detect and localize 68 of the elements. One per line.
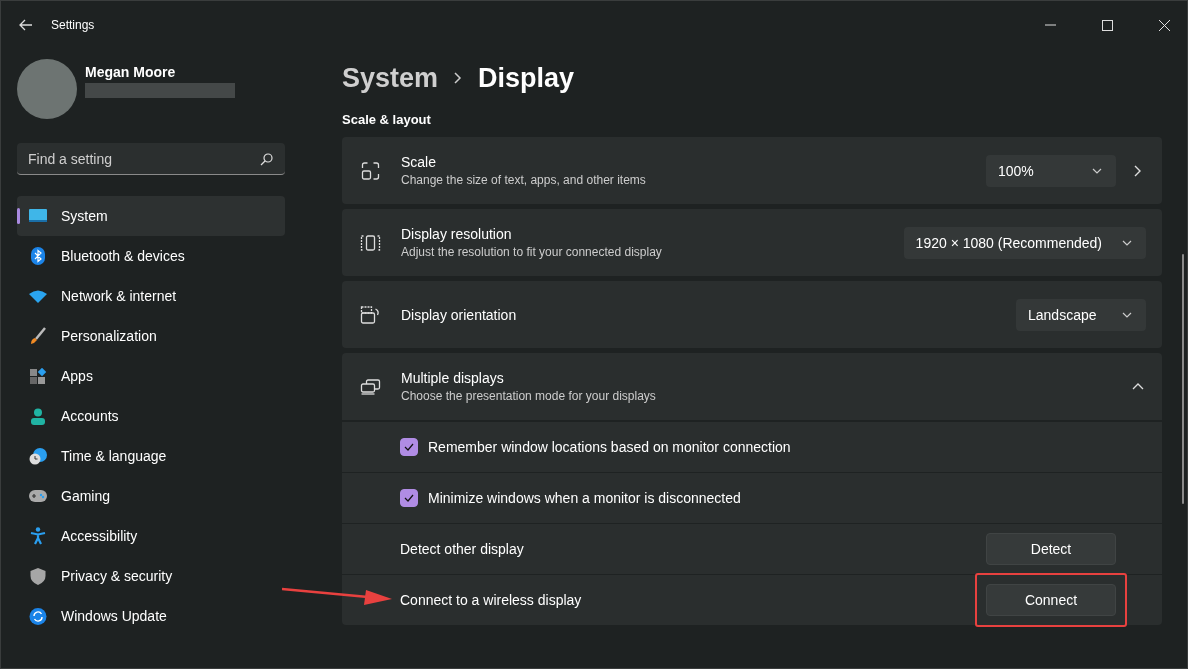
checkbox-label: Minimize windows when a monitor is disconnected — [428, 490, 741, 506]
checkmark-icon — [404, 443, 414, 451]
setting-description: Change the size of text, apps, and other items — [401, 173, 647, 187]
maximize-icon[interactable] — [1102, 19, 1113, 31]
rotate-screen-icon — [360, 305, 381, 324]
nav-item[interactable]: Privacy & security — [17, 556, 285, 596]
page-title: Display — [478, 62, 575, 94]
accessibility-icon — [29, 527, 47, 545]
setting-card[interactable]: Display resolution Adjust the resolution to fit your connected display 1920 × 1080 (Recommended) — [342, 209, 1162, 276]
close-icon[interactable] — [1159, 19, 1170, 31]
setting-card[interactable]: Scale Change the size of text, apps, and other items 100% — [342, 137, 1162, 204]
checkmark-icon — [404, 494, 414, 502]
monitor-icon — [29, 209, 47, 223]
chevron-down-icon — [1122, 239, 1132, 246]
apps-icon — [29, 368, 47, 384]
nav-item[interactable]: Accounts — [17, 396, 285, 436]
wifi-icon — [29, 289, 47, 303]
user-name: Megan Moore — [85, 64, 177, 80]
checkbox[interactable] — [400, 438, 418, 456]
nav-item[interactable]: Network & internet — [17, 276, 285, 316]
setting-title: Display resolution — [401, 226, 513, 242]
action-button[interactable]: Connect — [986, 584, 1116, 616]
brush-icon — [29, 327, 47, 345]
nav-item[interactable]: Accessibility — [17, 516, 285, 556]
chevron-right-icon — [454, 72, 463, 84]
two-monitors-icon — [360, 378, 381, 395]
chevron-down-icon — [1122, 311, 1132, 318]
nav-item[interactable]: Apps — [17, 356, 285, 396]
person-icon — [29, 407, 47, 425]
checkbox-label: Remember window locations based on monitor connection — [428, 439, 791, 455]
nav-item[interactable]: Personalization — [17, 316, 285, 356]
nav-item[interactable]: Windows Update — [17, 596, 285, 636]
avatar-photo-placeholder — [17, 59, 77, 119]
setting-title: Multiple displays — [401, 370, 505, 386]
screen-resize-icon — [360, 234, 381, 251]
nav-item[interactable]: Time & language — [17, 436, 285, 476]
section-title: Scale & layout — [342, 112, 432, 127]
setting-title: Scale — [401, 154, 438, 170]
chevron-down-icon — [1092, 167, 1102, 174]
action-button[interactable]: Detect — [986, 533, 1116, 565]
scrollbar[interactable] — [1182, 254, 1184, 504]
setting-card[interactable]: Multiple displays Choose the presentation mode for your displays — [342, 353, 1162, 420]
chevron-right-icon[interactable] — [1134, 164, 1142, 177]
search-field[interactable]: Find a setting — [17, 143, 285, 175]
setting-label: Detect other display — [400, 541, 524, 557]
nav-item[interactable]: Bluetooth & devices — [17, 236, 285, 276]
sync-icon — [29, 607, 47, 625]
window-title: Settings — [51, 18, 95, 32]
search-icon — [260, 153, 273, 166]
setting-description: Choose the presentation mode for your displays — [401, 389, 657, 403]
checkbox[interactable] — [400, 489, 418, 507]
bluetooth-icon — [29, 247, 47, 265]
dropdown[interactable]: 1920 × 1080 (Recommended) — [903, 226, 1146, 259]
back-arrow-icon[interactable] — [19, 19, 33, 31]
setting-label: Connect to a wireless display — [400, 592, 582, 608]
shield-icon — [29, 567, 47, 585]
chevron-up-icon[interactable] — [1132, 383, 1144, 390]
setting-card[interactable]: Display orientation Landscape — [342, 281, 1162, 348]
nav-item[interactable]: Gaming — [17, 476, 285, 516]
breadcrumb-parent[interactable]: System — [342, 62, 439, 94]
globe-clock-icon — [29, 447, 47, 465]
dropdown[interactable]: 100% — [986, 154, 1116, 187]
dropdown[interactable]: Landscape — [1016, 298, 1146, 331]
nav-item[interactable]: System — [17, 196, 285, 236]
setting-title: Display orientation — [401, 306, 518, 323]
gamepad-icon — [29, 490, 47, 502]
scale-icon — [360, 161, 381, 180]
setting-description: Adjust the resolution to fit your connected display — [401, 245, 663, 259]
